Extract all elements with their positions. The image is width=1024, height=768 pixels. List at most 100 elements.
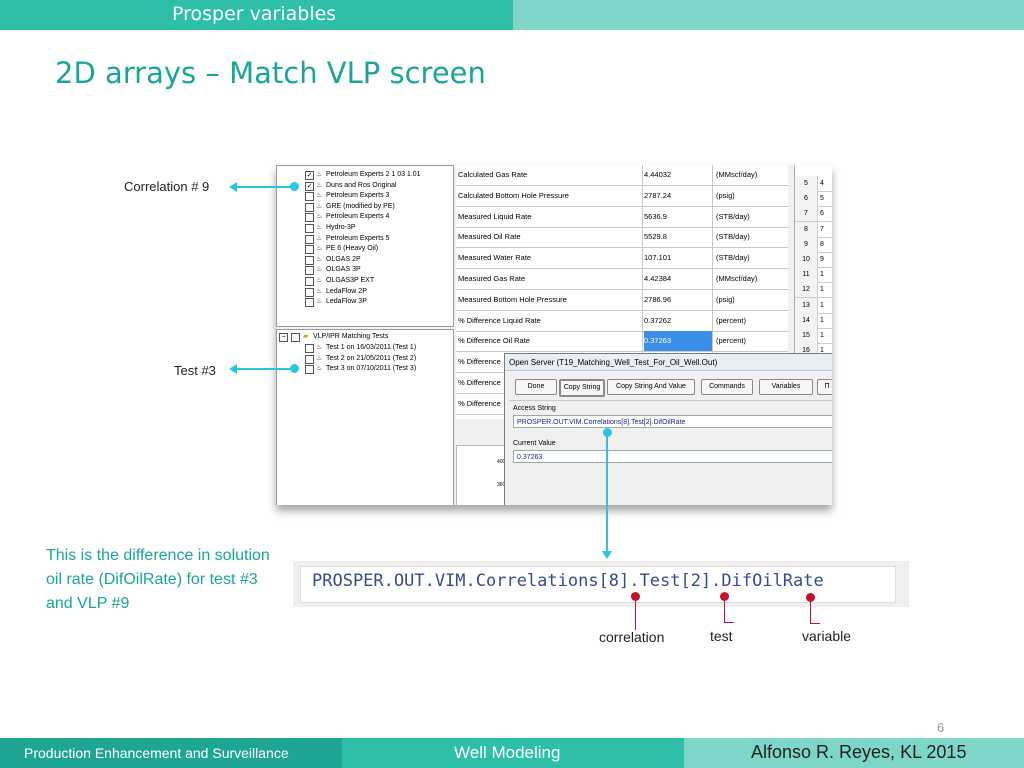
grid-cell-value[interactable]: 0.37262 — [644, 310, 713, 331]
flame-icon: ♨ — [316, 277, 323, 284]
access-string-field[interactable]: PROSPER.OUT.VIM.Correlations[8].Test[2].… — [513, 415, 832, 428]
correlation-checkbox[interactable] — [305, 245, 314, 255]
flame-icon: ♨ — [316, 344, 323, 351]
grid-cell-value[interactable]: 107.101 — [644, 248, 713, 269]
correlation-checkbox[interactable] — [305, 298, 314, 308]
test-label: Test #3 — [174, 363, 216, 378]
variable-marker-hook — [810, 623, 820, 624]
correlation-item-label: Petroleum Experts 4 — [326, 213, 390, 221]
footer-right-text: Alfonso R. Reyes, KL 2015 — [751, 742, 967, 762]
table-row: Calculated Bottom Hole Pressure 2787.24 (p… — [456, 185, 788, 207]
grid-cell-name[interactable]: % Difference Oil Rate — [458, 331, 643, 352]
grid-cell-value[interactable]: 2787.24 — [644, 185, 713, 206]
grid-cell-unit[interactable]: (STB/day) — [716, 248, 786, 268]
correlation-checkbox[interactable]: ✓ — [305, 181, 314, 191]
right-grid-value[interactable]: 7 — [820, 222, 824, 237]
variables-button[interactable]: Variables — [759, 379, 813, 395]
correlation-arrow-line — [236, 186, 294, 188]
right-grid-value[interactable]: 1 — [820, 313, 824, 328]
copy-string-button[interactable]: Copy String — [559, 379, 605, 397]
right-grid-value[interactable]: 9 — [820, 252, 824, 267]
test-marker-hook — [724, 622, 734, 623]
correlation-checkbox[interactable] — [305, 277, 314, 286]
correlation-checkbox[interactable] — [305, 255, 314, 265]
current-value-field[interactable]: 0.37263 — [513, 450, 832, 463]
grid-cell-name[interactable]: Calculated Bottom Hole Pressure — [458, 185, 643, 206]
right-grid-value[interactable]: 1 — [820, 328, 824, 343]
footer-left-text: Production Enhancement and Surveillance — [24, 745, 289, 761]
grid-cell-name[interactable]: Measured Oil Rate — [458, 227, 643, 248]
correlation-checkbox[interactable] — [305, 213, 314, 223]
grid-cell-name[interactable]: % Difference Liquid Rate — [458, 310, 643, 331]
right-grid-value[interactable]: 6 — [820, 206, 824, 221]
grid-cell-unit[interactable]: (psig) — [716, 290, 786, 310]
header-band-right — [513, 0, 1024, 30]
test-checkbox[interactable] — [305, 365, 314, 375]
correlation-checkbox[interactable] — [305, 266, 314, 276]
test-checkbox[interactable] — [305, 354, 314, 364]
right-grid-value[interactable]: 4 — [820, 176, 824, 191]
correlation-item-label: LedaFlow 2P — [326, 287, 367, 295]
grid-cell-value[interactable]: 2786.96 — [644, 289, 713, 310]
correlation-checkbox[interactable] — [305, 224, 314, 233]
grid-cell-unit[interactable]: (percent) — [716, 331, 786, 351]
grid-cell-value[interactable]: 5636.9 — [644, 206, 713, 227]
right-grid-row: 14 1 — [795, 312, 832, 329]
grid-cell-value[interactable]: 0.37263 — [644, 331, 713, 352]
grid-cell-value[interactable]: 4.44032 — [644, 165, 713, 185]
grid-cell-value[interactable]: 5529.8 — [644, 227, 713, 248]
dialog-title: Open Server (T19_Matching_Well_Test_For_… — [505, 354, 832, 371]
access-string-code: PROSPER.OUT.VIM.Correlations[8].Test[2].… — [312, 571, 824, 591]
test-annotation: test — [710, 628, 733, 644]
test-arrow-dot — [290, 364, 299, 373]
test-checkbox[interactable] — [305, 344, 314, 353]
correlation-item-label: Petroleum Experts 2 1 03 1.01 — [326, 171, 421, 178]
grid-cell-unit[interactable]: (percent) — [716, 311, 786, 331]
correlation-checkbox[interactable] — [305, 287, 314, 297]
correlation-item-label: OLGAS3P EXT — [326, 277, 375, 284]
correlation-checkbox[interactable] — [305, 202, 314, 212]
copy-string-and-value-button[interactable]: Copy String And Value — [607, 379, 695, 395]
right-grid-value[interactable]: 1 — [820, 282, 824, 297]
right-grid-value[interactable]: 8 — [820, 237, 824, 252]
right-grid-row: 11 1 — [795, 267, 832, 284]
correlation-checkbox[interactable] — [305, 192, 314, 202]
right-grid-row: 12 1 — [795, 282, 832, 299]
commands-button[interactable]: Commands — [701, 379, 753, 395]
grid-cell-name[interactable]: Measured Liquid Rate — [458, 206, 643, 227]
grid-cell-unit[interactable]: (STB/day) — [716, 227, 786, 247]
tree-expander-icon[interactable]: − — [279, 333, 288, 342]
grid-cell-name[interactable]: Calculated Gas Rate — [458, 165, 643, 185]
access-arrow-line — [606, 433, 608, 551]
right-grid-value[interactable]: 1 — [820, 267, 824, 282]
correlation-checkbox[interactable]: ✓ — [305, 171, 314, 180]
grid-cell-unit[interactable]: (STB/day) — [716, 207, 786, 227]
grid-cell-unit[interactable]: (MMscf/day) — [716, 269, 786, 289]
tree-checkbox[interactable] — [291, 333, 300, 342]
more-button[interactable]: Π — [817, 379, 832, 395]
done-button[interactable]: Done — [515, 379, 557, 395]
test-item-label: Test 3 on 07/10/2011 (Test 3) — [326, 365, 417, 373]
right-grid-row: 87 — [795, 221, 832, 238]
table-row: % Difference Oil Rate 0.37263 (percent) — [456, 331, 788, 353]
right-grid-row: 10 9 — [795, 252, 832, 268]
grid-cell-name[interactable]: Measured Gas Rate — [458, 269, 643, 289]
test-item-label: Test 2 on 21/05/2011 (Test 2) — [326, 354, 417, 362]
grid-cell-name[interactable]: Measured Water Rate — [458, 248, 643, 269]
flame-icon: ♨ — [316, 192, 323, 200]
prosper-screenshot: ✓ ♨ Petroleum Experts 2 1 03 1.01 ✓ ♨ Duns an… — [276, 165, 832, 505]
access-arrow-head — [602, 551, 612, 559]
grid-cell-unit[interactable]: (MMscf/day) — [716, 165, 786, 185]
section-title: Prosper variables — [172, 3, 337, 25]
grid-cell-name[interactable]: Measured Bottom Hole Pressure — [458, 289, 643, 310]
correlation-label: Correlation # 9 — [124, 179, 210, 194]
right-grid-value[interactable]: 1 — [820, 298, 824, 313]
correlation-checkbox[interactable] — [305, 234, 314, 244]
right-grid-row: 15 1 — [795, 328, 832, 344]
grid-cell-unit[interactable]: (psig) — [716, 186, 786, 206]
footer-center-text: Well Modeling — [454, 743, 561, 762]
right-grid-value[interactable]: 5 — [820, 191, 824, 206]
test-item-label: Test 1 on 16/03/2011 (Test 1) — [326, 344, 417, 351]
grid-cell-value[interactable]: 4.42384 — [644, 269, 713, 289]
right-grid-row: 13 1 — [795, 297, 832, 314]
